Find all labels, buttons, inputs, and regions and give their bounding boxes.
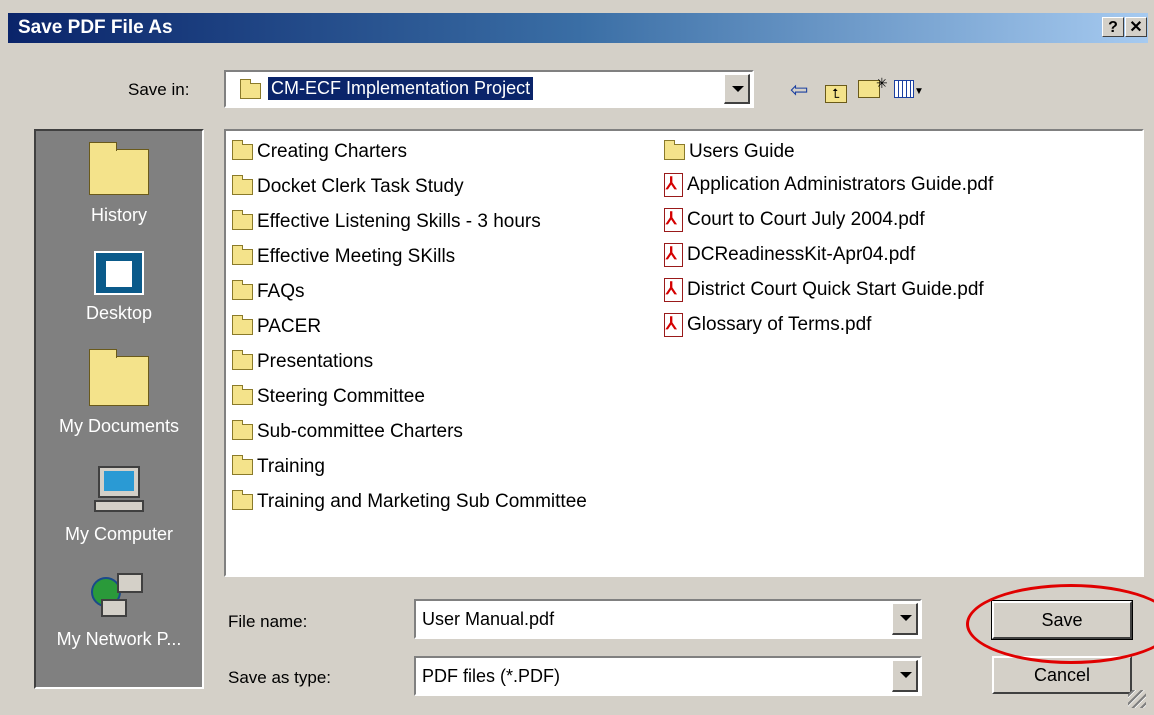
place-desktop-label: Desktop (85, 303, 153, 323)
my-documents-icon (89, 349, 149, 406)
folder-icon (232, 350, 253, 370)
place-my-network-label: My Network P... (56, 629, 182, 649)
folder-icon (232, 245, 253, 265)
save-as-type-value: PDF files (*.PDF) (422, 666, 561, 686)
folder-icon (232, 280, 253, 300)
place-history[interactable]: History (36, 142, 202, 226)
save-in-dropdown-button[interactable] (724, 74, 750, 104)
resize-grip[interactable] (1128, 690, 1146, 708)
save-as-type-dropdown-button[interactable] (892, 660, 918, 692)
list-item[interactable]: District Court Quick Start Guide.pdf (664, 278, 984, 302)
places-bar: History Desktop My Documents My Computer… (34, 129, 204, 689)
pdf-icon (664, 243, 683, 267)
list-item[interactable]: PACER (232, 315, 321, 338)
computer-icon (94, 466, 144, 514)
list-item[interactable]: Application Administrators Guide.pdf (664, 173, 993, 197)
list-item[interactable]: DCReadinessKit-Apr04.pdf (664, 243, 915, 267)
network-icon (91, 573, 147, 621)
folder-icon (232, 455, 253, 475)
list-item[interactable]: Sub-committee Charters (232, 420, 463, 443)
close-button[interactable]: ✕ (1125, 17, 1147, 37)
file-name-input[interactable]: User Manual.pdf (414, 599, 922, 639)
save-as-type-select[interactable]: PDF files (*.PDF) (414, 656, 922, 696)
folder-icon (664, 140, 685, 160)
place-my-documents-label: My Documents (58, 416, 180, 436)
list-item[interactable]: Docket Clerk Task Study (232, 175, 464, 198)
file-list[interactable]: Creating Charters Docket Clerk Task Stud… (224, 129, 1144, 577)
title-bar: Save PDF File As ? ✕ (8, 13, 1148, 43)
list-item[interactable]: Effective Listening Skills - 3 hours (232, 210, 541, 233)
list-item[interactable]: Training (232, 455, 325, 478)
place-history-label: History (90, 205, 147, 225)
cancel-button[interactable]: Cancel (992, 656, 1132, 694)
list-item[interactable]: Court to Court July 2004.pdf (664, 208, 925, 232)
save-as-type-label: Save as type: (228, 668, 332, 687)
folder-icon (232, 385, 253, 405)
place-my-computer-label: My Computer (64, 524, 174, 544)
save-in-value: CM-ECF Implementation Project (268, 77, 534, 100)
pdf-icon (664, 173, 683, 197)
list-item[interactable]: Presentations (232, 350, 373, 373)
help-button[interactable]: ? (1102, 17, 1124, 37)
place-my-network[interactable]: My Network P... (36, 573, 202, 650)
pdf-icon (664, 208, 683, 232)
list-item[interactable]: Training and Marketing Sub Committee (232, 490, 587, 513)
folder-icon (240, 79, 261, 99)
list-item[interactable]: Users Guide (664, 140, 795, 163)
desktop-icon (94, 251, 144, 295)
window-title: Save PDF File As (18, 17, 173, 38)
up-folder-icon[interactable]: ⮤ (825, 80, 847, 103)
view-menu-icon[interactable]: ▼ (894, 80, 924, 103)
place-my-documents[interactable]: My Documents (36, 349, 202, 437)
place-my-computer[interactable]: My Computer (36, 466, 202, 545)
file-name-value: User Manual.pdf (422, 609, 555, 629)
list-item[interactable]: Creating Charters (232, 140, 407, 163)
folder-icon (232, 490, 253, 510)
folder-icon (232, 175, 253, 195)
folder-icon (232, 420, 253, 440)
folder-icon (232, 140, 253, 160)
save-in-label: Save in: (128, 80, 190, 99)
file-name-dropdown-button[interactable] (892, 603, 918, 635)
pdf-icon (664, 313, 683, 337)
history-folder-icon (89, 142, 149, 195)
list-item[interactable]: Effective Meeting SKills (232, 245, 455, 268)
save-in-dropdown[interactable]: CM-ECF Implementation Project (224, 70, 754, 108)
list-item[interactable]: Steering Committee (232, 385, 425, 408)
save-button[interactable]: Save (991, 600, 1133, 640)
list-item[interactable]: FAQs (232, 280, 305, 303)
pdf-icon (664, 278, 683, 302)
list-item[interactable]: Glossary of Terms.pdf (664, 313, 871, 337)
back-arrow-icon[interactable]: ⇦ (790, 79, 808, 101)
new-folder-icon[interactable]: ✳ (858, 75, 892, 104)
file-name-label: File name: (228, 612, 308, 631)
folder-icon (232, 315, 253, 335)
folder-icon (232, 210, 253, 230)
place-desktop[interactable]: Desktop (36, 251, 202, 324)
